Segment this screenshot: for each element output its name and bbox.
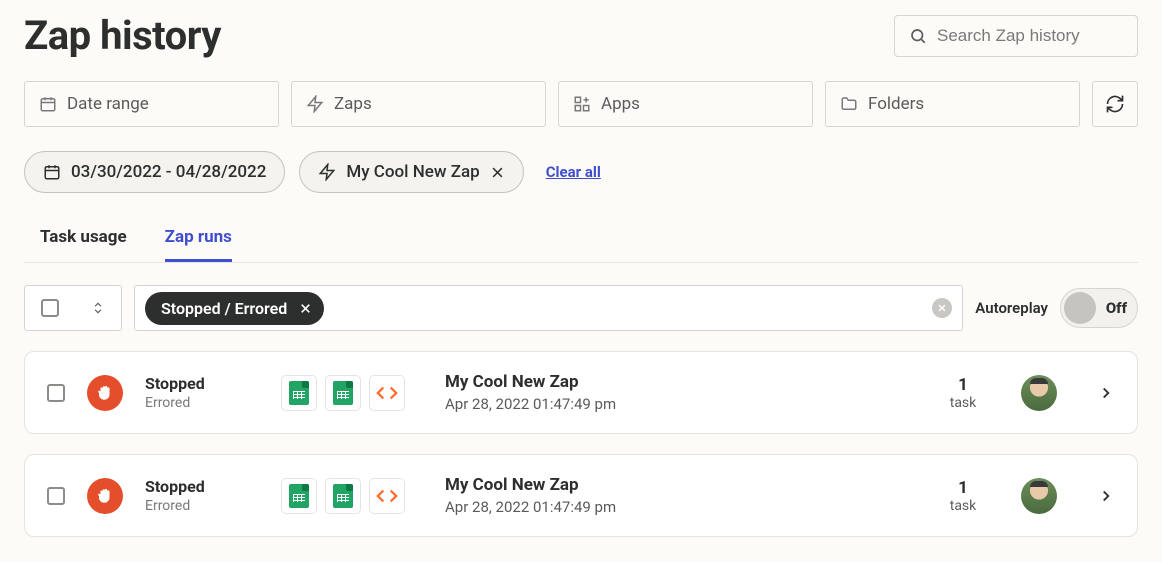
- run-timestamp: Apr 28, 2022 01:47:49 pm: [445, 395, 921, 413]
- select-all-checkbox[interactable]: [41, 299, 59, 317]
- clear-all-link[interactable]: Clear all: [546, 163, 601, 181]
- toggle-state: Off: [1106, 299, 1127, 317]
- active-zap-filter-text: My Cool New Zap: [346, 162, 479, 182]
- expand-row[interactable]: [1097, 487, 1115, 505]
- status-indicator: [87, 478, 123, 514]
- autoreplay-label: Autoreplay: [975, 299, 1048, 317]
- app-icon-sheets: [325, 375, 361, 411]
- bulk-select-dropdown[interactable]: [24, 285, 122, 331]
- run-status-detail: Errored: [145, 498, 231, 514]
- search-input-container[interactable]: [894, 15, 1138, 57]
- hand-stop-icon: [96, 384, 114, 402]
- tab-task-usage[interactable]: Task usage: [40, 221, 127, 262]
- avatar: [1021, 375, 1057, 411]
- status-chip-label: Stopped / Errored: [161, 299, 287, 318]
- page-title: Zap history: [24, 12, 221, 59]
- apps-icon: [573, 95, 591, 113]
- autoreplay-toggle[interactable]: Off: [1060, 288, 1138, 328]
- avatar: [1021, 478, 1057, 514]
- search-icon: [909, 27, 927, 45]
- refresh-icon: [1105, 94, 1125, 114]
- folder-icon: [840, 95, 858, 113]
- zap-icon: [306, 95, 324, 113]
- zap-run-row[interactable]: Stopped Errored My Cool New Zap Apr 28, …: [24, 351, 1138, 434]
- run-checkbox[interactable]: [47, 487, 65, 505]
- zap-run-row[interactable]: Stopped Errored My Cool New Zap Apr 28, …: [24, 454, 1138, 537]
- active-date-filter-pill[interactable]: 03/30/2022 - 04/28/2022: [24, 151, 285, 193]
- calendar-icon: [39, 95, 57, 113]
- date-range-filter[interactable]: Date range: [24, 81, 279, 127]
- zaps-filter[interactable]: Zaps: [291, 81, 546, 127]
- remove-zap-filter[interactable]: [490, 165, 505, 180]
- run-status: Stopped: [145, 374, 231, 393]
- clear-status-filter[interactable]: [932, 298, 952, 318]
- task-count: 1: [958, 375, 968, 395]
- hand-stop-icon: [96, 487, 114, 505]
- app-icon-sheets: [281, 478, 317, 514]
- run-status-detail: Errored: [145, 395, 231, 411]
- expand-row[interactable]: [1097, 384, 1115, 402]
- app-icon-sheets: [281, 375, 317, 411]
- search-input[interactable]: [937, 26, 1123, 46]
- zaps-label: Zaps: [334, 94, 372, 114]
- run-timestamp: Apr 28, 2022 01:47:49 pm: [445, 498, 921, 516]
- app-icon-code: [369, 375, 405, 411]
- status-filter-chip: Stopped / Errored: [145, 292, 324, 325]
- status-indicator: [87, 375, 123, 411]
- toggle-knob: [1064, 292, 1096, 324]
- active-date-filter-text: 03/30/2022 - 04/28/2022: [71, 162, 266, 182]
- folders-filter[interactable]: Folders: [825, 81, 1080, 127]
- date-range-label: Date range: [67, 94, 149, 114]
- task-label: task: [950, 498, 977, 514]
- run-checkbox[interactable]: [47, 384, 65, 402]
- selector-icon: [91, 299, 105, 317]
- zap-icon: [318, 163, 336, 181]
- calendar-icon: [43, 163, 61, 181]
- task-count: 1: [958, 478, 968, 498]
- run-status: Stopped: [145, 477, 231, 496]
- status-filter-input[interactable]: Stopped / Errored: [134, 285, 963, 331]
- run-zap-name: My Cool New Zap: [445, 372, 921, 392]
- apps-label: Apps: [601, 94, 640, 114]
- app-icon-sheets: [325, 478, 361, 514]
- folders-label: Folders: [868, 94, 924, 114]
- tab-zap-runs[interactable]: Zap runs: [165, 221, 232, 262]
- app-icon-code: [369, 478, 405, 514]
- active-zap-filter-pill[interactable]: My Cool New Zap: [299, 151, 523, 193]
- remove-status-filter[interactable]: [299, 302, 312, 315]
- task-label: task: [950, 395, 977, 411]
- refresh-button[interactable]: [1092, 81, 1138, 127]
- apps-filter[interactable]: Apps: [558, 81, 813, 127]
- run-zap-name: My Cool New Zap: [445, 475, 921, 495]
